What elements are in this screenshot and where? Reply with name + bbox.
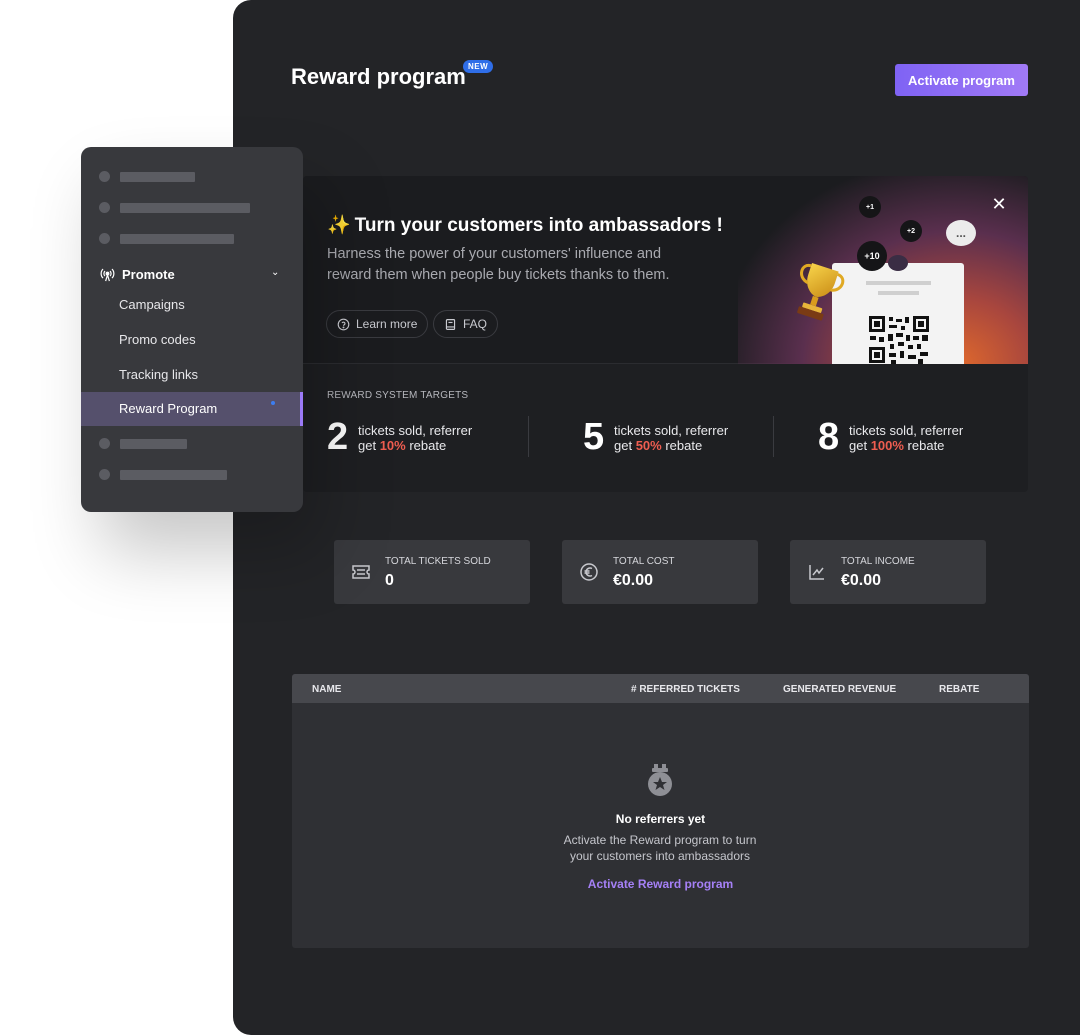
empty-state-title: No referrers yet	[615, 812, 706, 826]
activate-program-button[interactable]: Activate program	[895, 64, 1028, 96]
stat-value: 0	[385, 572, 394, 589]
target-line2: get 50% rebate	[614, 438, 728, 453]
referrers-table: NAME # REFERRED TICKETS GENERATED REVENU…	[292, 674, 1029, 948]
target-item: 5 tickets sold, referrer get 50% rebate	[583, 416, 728, 459]
sidebar-section-promote[interactable]: Promote	[100, 267, 175, 282]
stat-card-tickets-sold: TOTAL TICKETS SOLD 0	[334, 540, 530, 604]
qr-code-icon	[868, 315, 930, 364]
target-line2: get 100% rebate	[849, 438, 963, 453]
help-circle-icon	[337, 318, 350, 330]
trophy-icon	[797, 262, 845, 321]
book-icon	[445, 318, 456, 330]
euro-icon	[580, 563, 598, 581]
faq-button[interactable]: FAQ	[433, 310, 499, 338]
target-text: tickets sold, referrer get 50% rebate	[614, 423, 728, 453]
column-header-rebate[interactable]: REBATE	[939, 684, 979, 695]
divider	[528, 416, 529, 457]
medal-icon	[648, 764, 672, 796]
sidebar-item-promo-codes[interactable]: Promo codes	[119, 332, 196, 347]
target-pre: get	[849, 437, 871, 453]
main-panel: Reward program NEW Activate program ✨ Tur…	[233, 0, 1080, 1035]
target-percent: 50%	[635, 437, 662, 453]
target-pre: get	[614, 437, 636, 453]
learn-more-label: Learn more	[356, 317, 418, 331]
chevron-down-icon[interactable]: ⌄	[271, 267, 279, 278]
promo-banner: ✨ Turn your customers into ambassadors ! …	[303, 176, 1028, 492]
table-header: NAME # REFERRED TICKETS GENERATED REVENU…	[292, 674, 1029, 703]
empty-state-description: Activate the Reward program to turn your…	[563, 833, 757, 863]
stat-value: €0.00	[613, 572, 654, 589]
target-text: tickets sold, referrer get 10% rebate	[358, 423, 472, 453]
sidebar-item-tracking-links[interactable]: Tracking links	[119, 367, 198, 382]
targets-title: REWARD SYSTEM TARGETS	[327, 390, 469, 401]
learn-more-button[interactable]: Learn more	[326, 310, 429, 338]
sidebar-item-reward-program[interactable]: Reward Program	[119, 401, 217, 416]
ticket-illustration	[832, 255, 964, 364]
target-post: rebate	[903, 437, 945, 453]
sidebar-item-campaigns[interactable]: Campaigns	[119, 297, 185, 312]
target-line2: get 10% rebate	[358, 438, 472, 453]
bubble-plus-2: +2	[900, 220, 922, 242]
sidebar-menu: Promote ⌄ Campaigns Promo codes Tracking…	[81, 147, 303, 512]
banner-description: Harness the power of your customers' inf…	[327, 246, 670, 283]
target-post: rebate	[405, 437, 447, 453]
target-item: 8 tickets sold, referrer get 100% rebate	[818, 416, 963, 459]
close-icon[interactable]: ✕	[991, 195, 1007, 213]
target-percent: 100%	[870, 437, 904, 453]
target-line1: tickets sold, referrer	[358, 422, 473, 438]
faq-label: FAQ	[463, 317, 488, 331]
column-header-name[interactable]: NAME	[312, 684, 341, 695]
new-badge: NEW	[463, 60, 494, 73]
bubble-plus-1: +1	[859, 196, 881, 218]
stat-card-total-income: TOTAL INCOME €0.00	[790, 540, 986, 604]
target-line1: tickets sold, referrer	[614, 422, 729, 438]
sidebar-section-label: Promote	[122, 267, 175, 282]
ticket-line	[866, 281, 931, 285]
notification-dot	[271, 401, 275, 405]
target-count: 2	[327, 416, 349, 458]
chart-icon	[809, 565, 824, 580]
stat-card-total-cost: TOTAL COST €0.00	[562, 540, 758, 604]
target-percent: 10%	[379, 437, 406, 453]
ticket-icon	[352, 565, 370, 579]
stat-label: TOTAL COST	[613, 556, 675, 567]
broadcast-icon	[100, 268, 115, 282]
sparkles-icon: ✨	[327, 215, 351, 236]
banner-hero: ✨ Turn your customers into ambassadors ! …	[303, 176, 1028, 364]
banner-headline: ✨ Turn your customers into ambassadors !	[327, 213, 723, 237]
banner-headline-text: Turn your customers into ambassadors !	[354, 215, 723, 236]
target-count: 8	[818, 416, 840, 458]
target-item: 2 tickets sold, referrer get 10% rebate	[327, 416, 472, 459]
ticket-line	[878, 291, 919, 295]
stat-label: TOTAL INCOME	[841, 556, 915, 567]
speech-bubble-icon: ...	[946, 220, 976, 246]
stat-value: €0.00	[841, 572, 882, 589]
target-pre: get	[358, 437, 380, 453]
page-title: Reward program	[291, 64, 466, 89]
target-text: tickets sold, referrer get 100% rebate	[849, 423, 963, 453]
bubble-plus-10: +10	[857, 241, 887, 271]
column-header-generated-revenue[interactable]: GENERATED REVENUE	[783, 684, 896, 695]
target-count: 5	[583, 416, 605, 458]
sidebar-active-indicator	[300, 392, 303, 426]
target-line1: tickets sold, referrer	[849, 422, 964, 438]
divider	[773, 416, 774, 457]
stat-label: TOTAL TICKETS SOLD	[385, 556, 491, 567]
target-post: rebate	[661, 437, 703, 453]
ticket-notch	[888, 255, 908, 271]
column-header-referred-tickets[interactable]: # REFERRED TICKETS	[631, 684, 740, 695]
activate-reward-program-link[interactable]: Activate Reward program	[292, 877, 1029, 891]
